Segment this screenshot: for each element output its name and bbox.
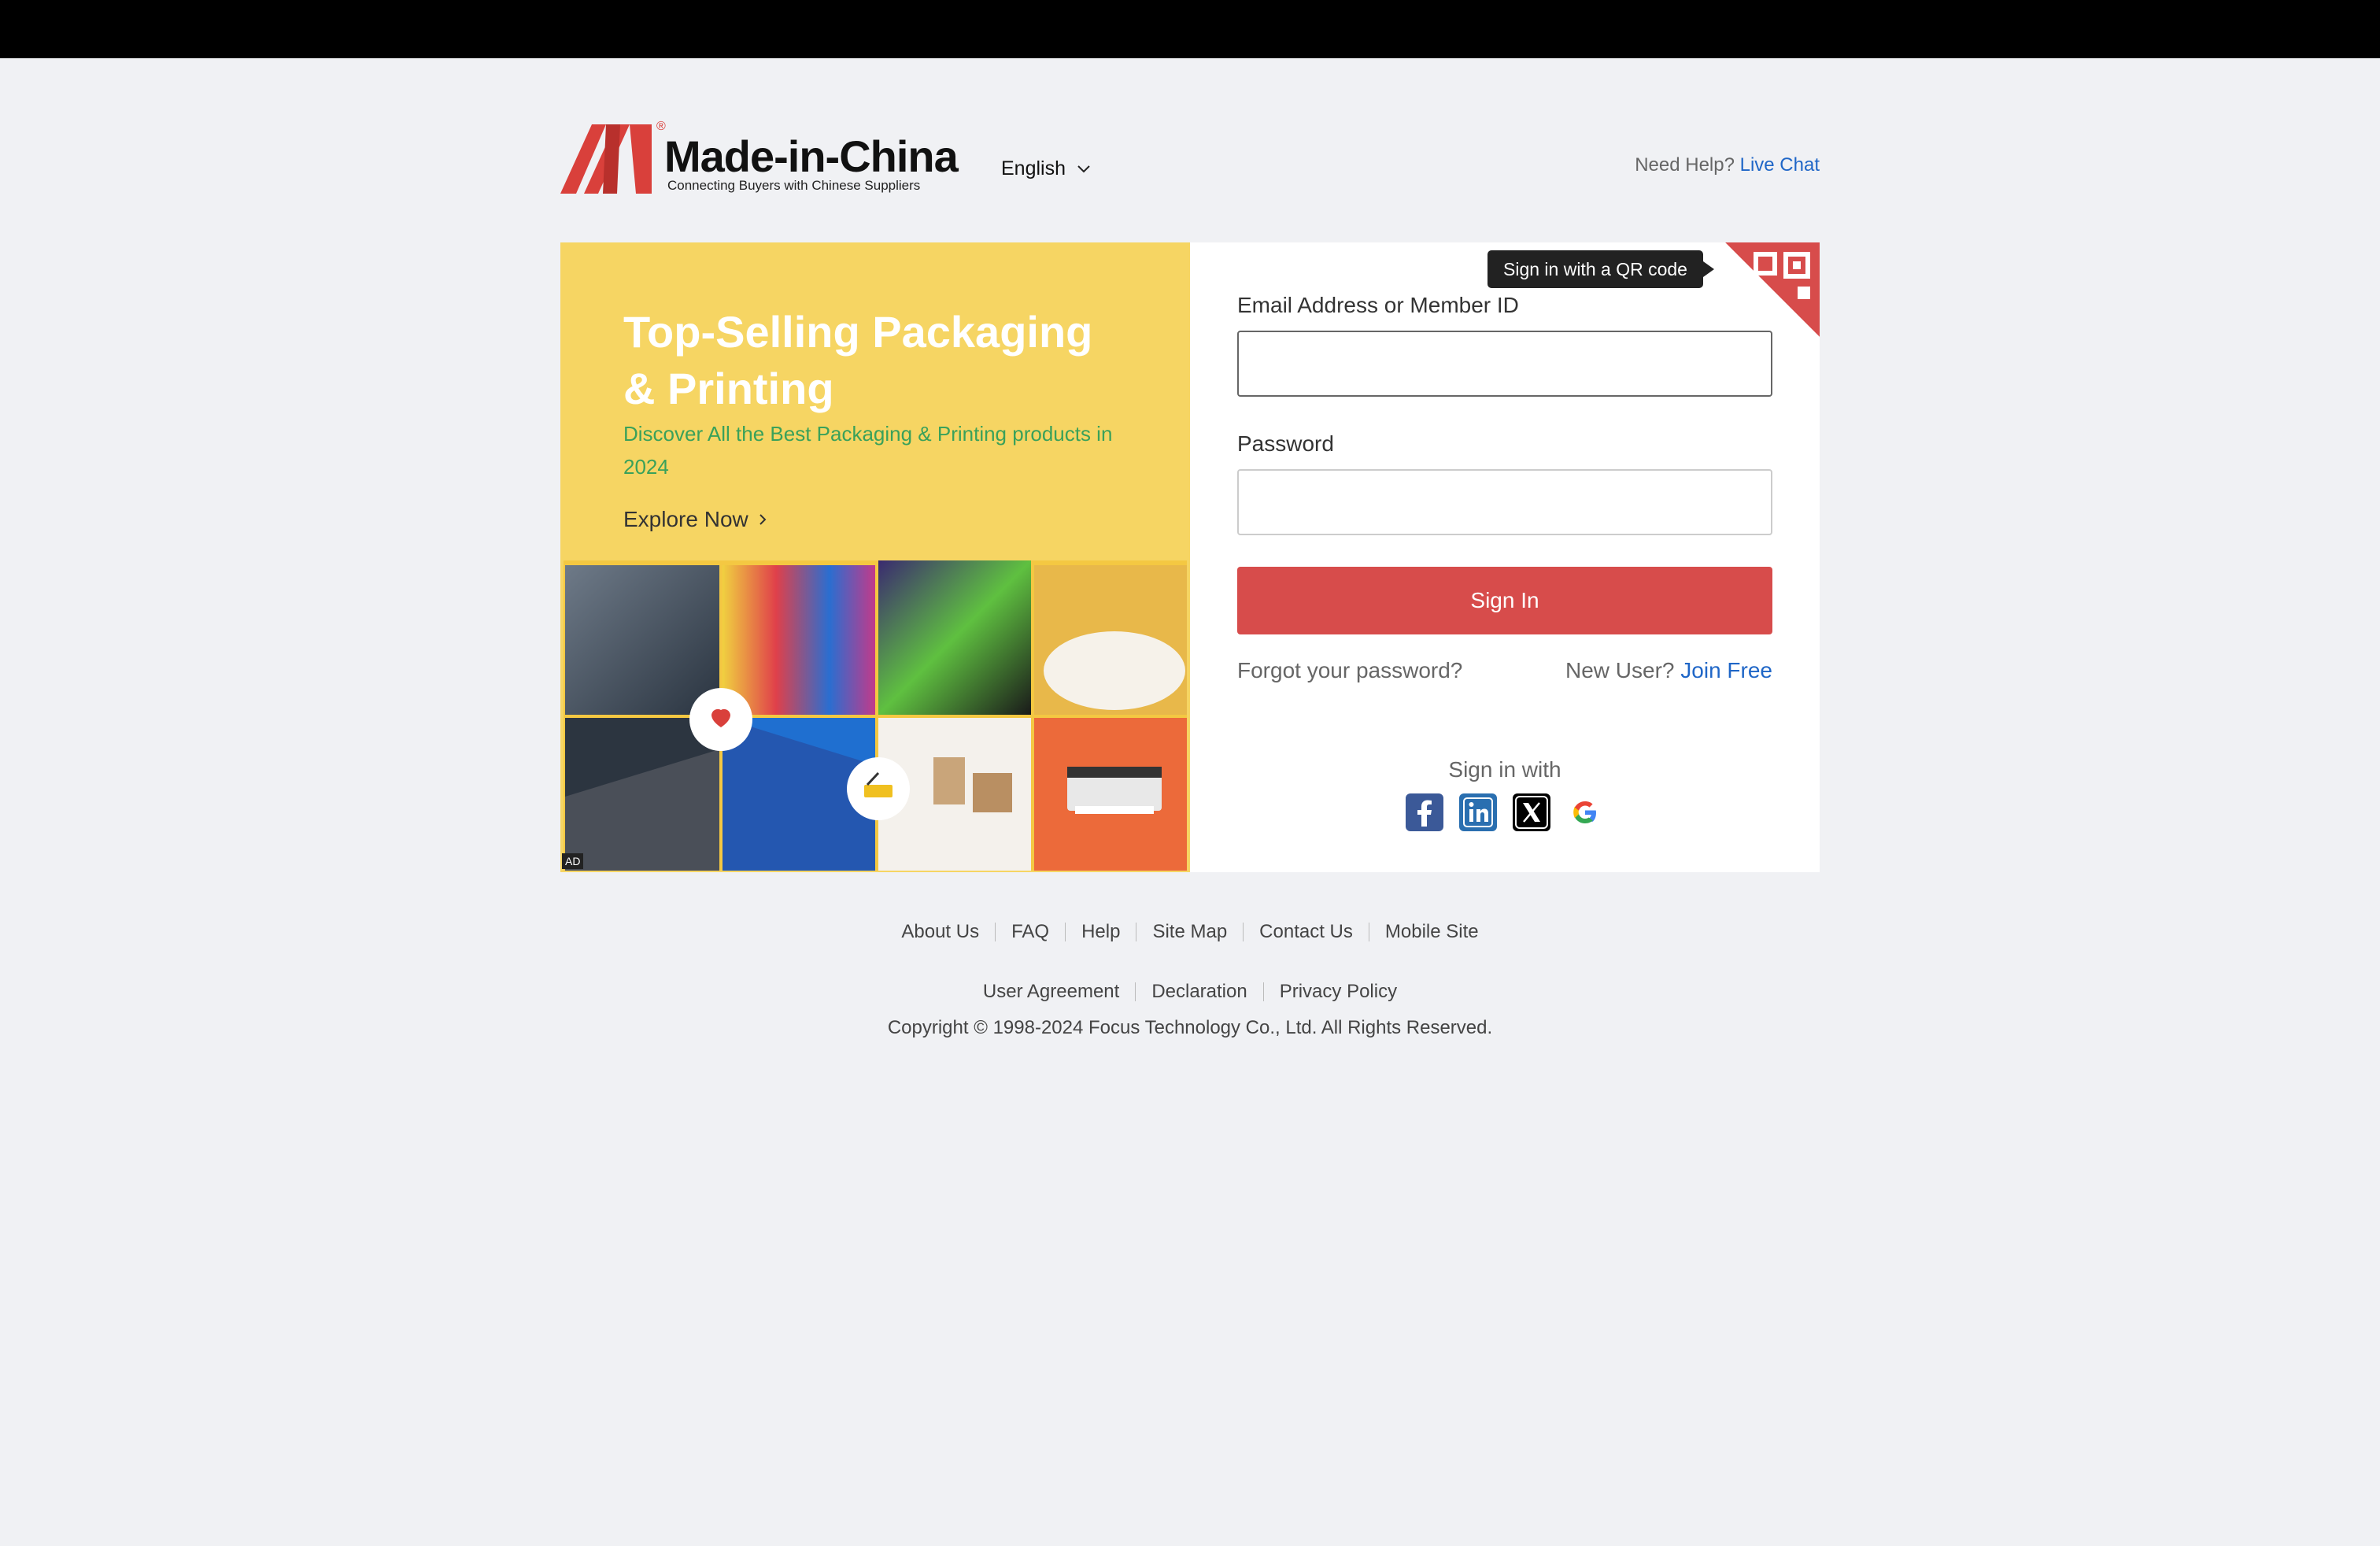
qr-code-toggle-icon[interactable]: [1725, 242, 1820, 337]
sign-in-with-label: Sign in with: [1448, 757, 1561, 782]
site-logo[interactable]: ® Made-in-China Connecting Buyers with C…: [560, 118, 959, 197]
email-field[interactable]: [1237, 331, 1772, 397]
footer-link-help[interactable]: Help: [1081, 921, 1120, 943]
footer-link-declaration[interactable]: Declaration: [1151, 981, 1247, 1003]
footer-link-about-us[interactable]: About Us: [901, 921, 979, 943]
footer-link-contact-us[interactable]: Contact Us: [1259, 921, 1353, 943]
email-label: Email Address or Member ID: [1237, 293, 1519, 317]
footer-divider: [1243, 923, 1244, 941]
google-icon[interactable]: [1566, 793, 1604, 831]
new-user-prefix: New User?: [1565, 658, 1675, 682]
footer-divider: [1135, 982, 1136, 1001]
footer-divider: [1262, 982, 1264, 1001]
password-label: Password: [1237, 431, 1334, 456]
footer-links-row-2: User Agreement Declaration Privacy Polic…: [0, 981, 2380, 1003]
sign-in-button[interactable]: Sign In: [1237, 567, 1772, 634]
qr-tooltip: Sign in with a QR code: [1488, 250, 1714, 288]
x-icon[interactable]: [1513, 793, 1550, 831]
live-chat-link[interactable]: Live Chat: [1740, 154, 1820, 176]
ad-banner[interactable]: Top-Selling Packaging & Printing Discove…: [560, 242, 1190, 872]
explore-now-label: Explore Now: [623, 507, 748, 531]
ad-product-collage: [564, 560, 1187, 871]
login-card: Top-Selling Packaging & Printing Discove…: [560, 242, 1820, 872]
footer-link-faq[interactable]: FAQ: [1011, 921, 1049, 943]
signin-form: Sign in with a QR code Email Address or …: [1190, 242, 1820, 872]
facebook-icon[interactable]: [1406, 793, 1443, 831]
footer-link-user-agreement[interactable]: User Agreement: [983, 981, 1119, 1003]
browser-top-bar: [0, 0, 2380, 58]
logo-mark-icon: [560, 124, 652, 194]
logo-tagline: Connecting Buyers with Chinese Suppliers: [667, 178, 921, 193]
footer-link-mobile-site[interactable]: Mobile Site: [1385, 921, 1479, 943]
forgot-password-link[interactable]: Forgot your password?: [1237, 658, 1462, 683]
logo-wordmark: Made-in-China: [664, 131, 959, 181]
ad-label: AD: [562, 853, 584, 869]
language-label: English: [1001, 157, 1066, 179]
footer-link-privacy-policy[interactable]: Privacy Policy: [1280, 981, 1397, 1003]
chevron-down-icon: [1077, 165, 1090, 172]
linkedin-icon[interactable]: [1459, 793, 1497, 831]
help-area: Need Help? Live Chat: [1635, 154, 1820, 176]
password-field[interactable]: [1237, 469, 1772, 535]
footer-links-row-1: About Us FAQ Help Site Map Contact Us Mo…: [0, 921, 2380, 943]
join-free-link[interactable]: Join Free: [1680, 658, 1772, 682]
footer-link-site-map[interactable]: Site Map: [1152, 921, 1227, 943]
social-login-list: [1190, 793, 1820, 831]
footer-divider: [1065, 923, 1066, 941]
explore-now-link[interactable]: Explore Now: [623, 507, 767, 532]
language-selector[interactable]: English: [1001, 157, 1091, 180]
help-prefix: Need Help?: [1635, 154, 1735, 176]
new-user-area: New User? Join Free: [1565, 658, 1772, 683]
ad-subtitle: Discover All the Best Packaging & Printi…: [623, 422, 1113, 479]
chevron-right-icon: [759, 514, 767, 525]
footer-divider: [995, 923, 996, 941]
ad-title: Top-Selling Packaging & Printing: [623, 307, 1093, 413]
copyright-text: Copyright © 1998-2024 Focus Technology C…: [887, 1017, 1493, 1038]
